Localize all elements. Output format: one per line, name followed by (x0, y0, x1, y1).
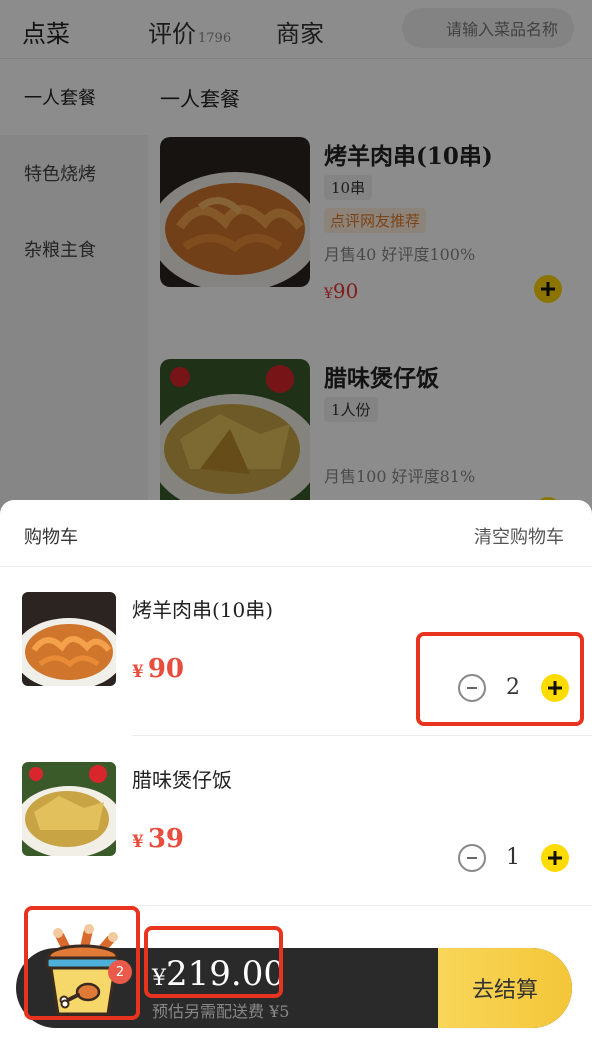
checkout-button[interactable]: 去结算 (438, 948, 572, 1028)
highlight-box-quantity (416, 632, 584, 726)
decrease-quantity-button[interactable] (458, 844, 486, 872)
highlight-box-total (144, 926, 283, 998)
cart-item-divider (132, 905, 592, 906)
cart-item-image-shrimp (22, 592, 116, 686)
plus-icon (548, 851, 562, 865)
minus-icon (467, 857, 477, 859)
cart-item-name: 腊味煲仔饭 (132, 768, 232, 792)
cart-title: 购物车 (24, 527, 78, 548)
checkout-label: 去结算 (471, 978, 538, 1003)
cart-item-name: 烤羊肉串(10串) (132, 598, 274, 622)
price-value: 39 (147, 824, 185, 854)
delivery-fee-note: 预估另需配送费 ¥5 (152, 1002, 290, 1021)
cart-item: 腊味煲仔饭 ¥39 1 (0, 736, 592, 906)
currency-symbol: ¥ (132, 832, 144, 852)
cart-item-price: ¥90 (132, 654, 184, 684)
highlight-box-cart-icon (24, 906, 140, 1020)
cart-item-image-rice (22, 762, 116, 856)
increase-quantity-button[interactable] (541, 844, 569, 872)
currency-symbol: ¥ (132, 662, 144, 682)
price-value: 90 (147, 654, 185, 684)
quantity-value: 1 (506, 845, 520, 870)
cart-item-price: ¥39 (132, 824, 184, 854)
clear-cart-button[interactable]: 清空购物车 (474, 523, 564, 549)
